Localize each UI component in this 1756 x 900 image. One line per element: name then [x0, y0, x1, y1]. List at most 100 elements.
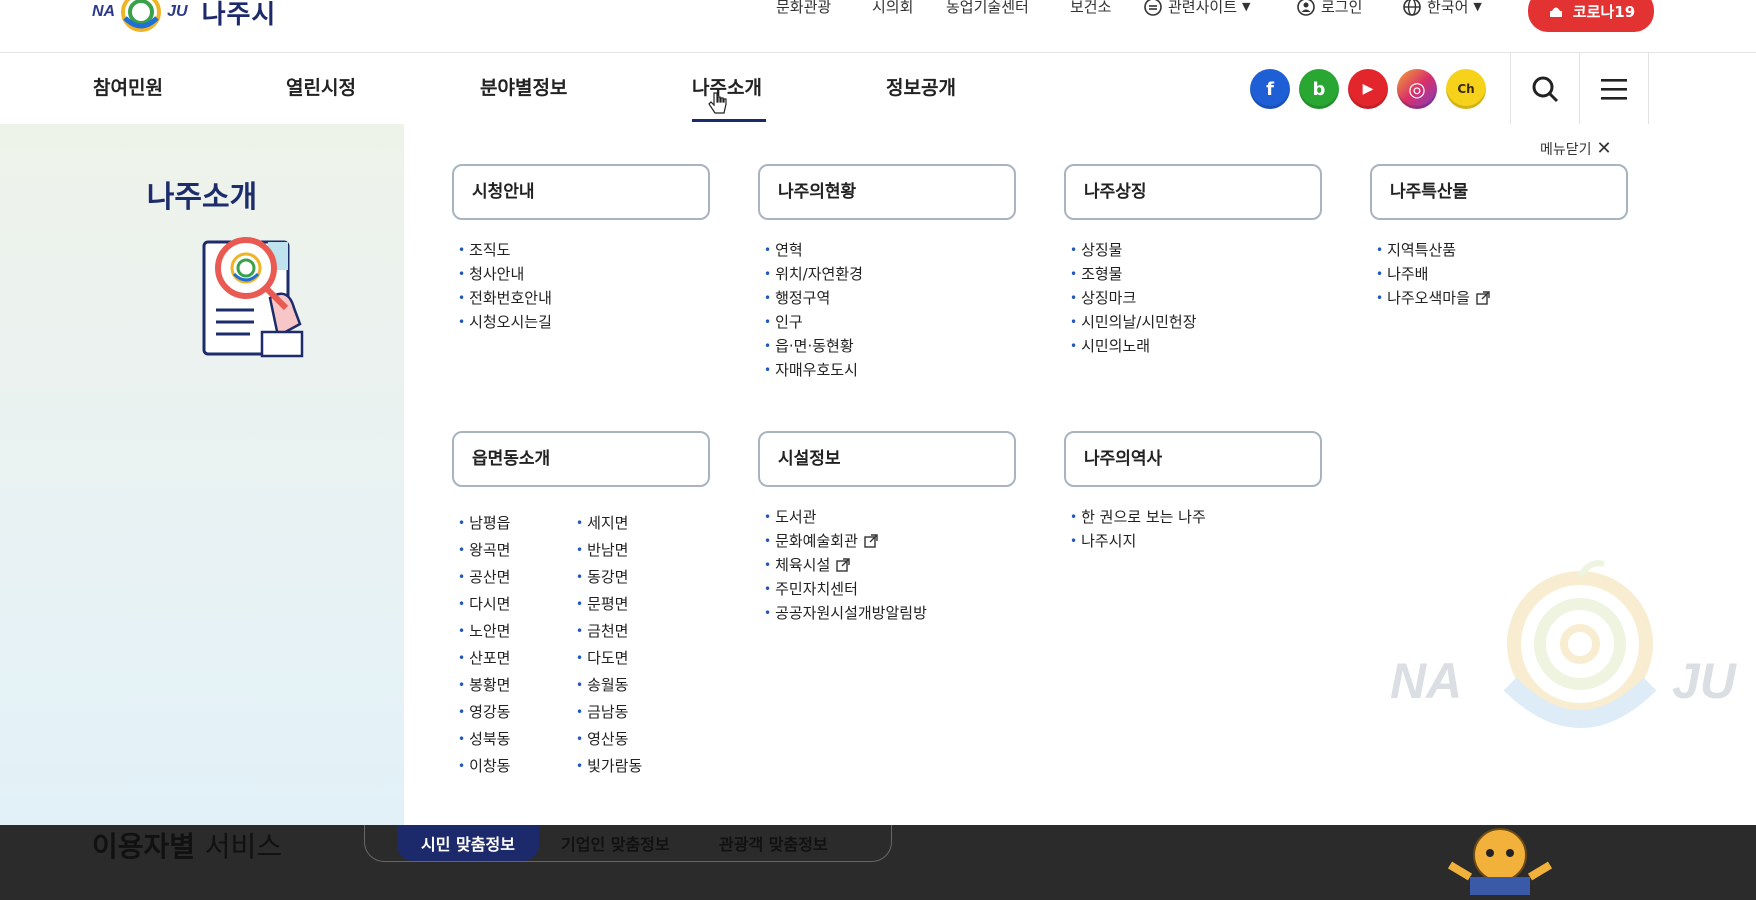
- watermark-text-left: NA: [1390, 653, 1463, 709]
- kakao-channel-icon[interactable]: Ch: [1446, 69, 1486, 109]
- corona19-button[interactable]: 코로나19: [1528, 0, 1654, 32]
- nav-item-open-gov[interactable]: 열린시정: [286, 73, 356, 100]
- menu-link[interactable]: 나주배: [1376, 262, 1490, 286]
- nav-item-info-disclosure[interactable]: 정보공개: [886, 73, 956, 100]
- util-link-health[interactable]: 보건소: [1070, 0, 1111, 17]
- menu-link[interactable]: 이창동: [458, 752, 510, 779]
- menu-link[interactable]: 지역특산품: [1376, 238, 1490, 262]
- mega-menu-panel: 나주소개 메뉴닫기 ✕ 시청안내 조직도 청사안내 전화번호안내 시청오시는길 …: [0, 124, 1756, 825]
- nav-item-participation[interactable]: 참여민원: [93, 73, 163, 100]
- related-sites-dropdown[interactable]: 관련사이트 ▼: [1143, 0, 1250, 17]
- menu-link[interactable]: 문화예술회관: [764, 529, 927, 553]
- related-sites-label: 관련사이트: [1168, 0, 1238, 16]
- menu-link[interactable]: 송월동: [576, 671, 642, 698]
- panel-side: 나주소개: [0, 124, 404, 825]
- menu-link[interactable]: 읍·면·동현황: [764, 334, 863, 358]
- login-link[interactable]: 로그인: [1296, 0, 1362, 17]
- instagram-icon[interactable]: ◎: [1397, 69, 1437, 109]
- close-icon: ✕: [1596, 138, 1612, 159]
- menu-link[interactable]: 산포면: [458, 644, 510, 671]
- util-link-council[interactable]: 시의회: [872, 0, 913, 17]
- menu-link[interactable]: 청사안내: [458, 262, 552, 286]
- search-button[interactable]: [1510, 53, 1579, 124]
- menu-link[interactable]: 상징물: [1070, 238, 1197, 262]
- nav-item-field-info[interactable]: 분야별정보: [480, 73, 567, 100]
- logo-en-right: JU: [167, 3, 188, 20]
- mascot-icon: [1447, 828, 1553, 895]
- menu-link[interactable]: 상징마크: [1070, 286, 1197, 310]
- language-label: 한국어: [1427, 0, 1469, 16]
- menu-link[interactable]: 반남면: [576, 536, 642, 563]
- menu-link[interactable]: 노안면: [458, 617, 510, 644]
- service-tabs: 시민 맞춤정보 기업인 맞춤정보 관광객 맞춤정보: [364, 825, 892, 862]
- menu-link[interactable]: 연혁: [764, 238, 863, 262]
- logo-en-left: NA: [92, 3, 116, 20]
- close-menu-label: 메뉴닫기: [1540, 141, 1592, 158]
- menu-link[interactable]: 영강동: [458, 698, 510, 725]
- nav-active-indicator: [692, 119, 766, 122]
- menu-link[interactable]: 나주오색마을: [1376, 286, 1490, 310]
- menu-link[interactable]: 전화번호안내: [458, 286, 552, 310]
- menu-link[interactable]: 자매우호도시: [764, 358, 863, 382]
- youtube-icon[interactable]: ▶: [1348, 69, 1388, 109]
- menu-link[interactable]: 세지면: [576, 509, 642, 536]
- menu-link[interactable]: 문평면: [576, 590, 642, 617]
- menu-link[interactable]: 동강면: [576, 563, 642, 590]
- menu-link[interactable]: 다시면: [458, 590, 510, 617]
- menu-link[interactable]: 영산동: [576, 725, 642, 752]
- links-symbols: 상징물 조형물 상징마크 시민의날/시민헌장 시민의노래: [1070, 238, 1197, 358]
- external-link-icon: [1476, 291, 1490, 305]
- menu-link[interactable]: 남평읍: [458, 509, 510, 536]
- section-title-bold: 이용자별: [92, 830, 196, 863]
- menu-link[interactable]: 왕곡면: [458, 536, 510, 563]
- links-history: 한 권으로 보는 나주 나주시지: [1070, 505, 1206, 553]
- menu-link[interactable]: 성북동: [458, 725, 510, 752]
- tab-tourist[interactable]: 관광객 맞춤정보: [719, 825, 828, 861]
- menu-link[interactable]: 위치/자연환경: [764, 262, 863, 286]
- menu-link[interactable]: 행정구역: [764, 286, 863, 310]
- site-logo[interactable]: NA JU 나주시: [92, 0, 276, 34]
- menu-link[interactable]: 한 권으로 보는 나주: [1070, 505, 1206, 529]
- tab-citizen[interactable]: 시민 맞춤정보: [397, 825, 539, 861]
- menu-link[interactable]: 금천면: [576, 617, 642, 644]
- close-menu-button[interactable]: 메뉴닫기 ✕: [1540, 138, 1612, 159]
- language-dropdown[interactable]: 한국어 ▼: [1402, 0, 1482, 17]
- menu-link[interactable]: 시민의노래: [1070, 334, 1197, 358]
- menu-link[interactable]: 다도면: [576, 644, 642, 671]
- external-link-icon: [864, 534, 878, 548]
- menu-link[interactable]: 봉황면: [458, 671, 510, 698]
- all-menu-button[interactable]: [1579, 53, 1649, 124]
- category-history[interactable]: 나주의역사: [1064, 431, 1322, 487]
- menu-link[interactable]: 공산면: [458, 563, 510, 590]
- menu-link[interactable]: 시민의날/시민헌장: [1070, 310, 1196, 334]
- alert-icon: [1549, 7, 1562, 17]
- links-status: 연혁 위치/자연환경 행정구역 인구 읍·면·동현황 자매우호도시: [764, 238, 863, 382]
- menu-link[interactable]: 조직도: [458, 238, 552, 262]
- menu-link[interactable]: 시청오시는길: [458, 310, 552, 334]
- menu-link[interactable]: 빛가람동: [576, 752, 642, 779]
- user-icon: [1297, 0, 1315, 16]
- category-city-hall[interactable]: 시청안내: [452, 164, 710, 220]
- blog-icon[interactable]: b: [1299, 69, 1339, 109]
- util-link-agri-center[interactable]: 농업기술센터: [946, 0, 1029, 17]
- menu-link[interactable]: 금남동: [576, 698, 642, 725]
- category-symbols[interactable]: 나주상징: [1064, 164, 1322, 220]
- util-link-culture[interactable]: 문화관광: [776, 0, 831, 17]
- menu-link[interactable]: 나주시지: [1070, 529, 1206, 553]
- category-facilities[interactable]: 시설정보: [758, 431, 1016, 487]
- hand-cursor-icon: [708, 92, 727, 114]
- menu-link[interactable]: 인구: [764, 310, 863, 334]
- category-towns[interactable]: 읍면동소개: [452, 431, 710, 487]
- menu-link[interactable]: 주민자치센터: [764, 577, 927, 601]
- category-status[interactable]: 나주의현황: [758, 164, 1016, 220]
- menu-link[interactable]: 공공자원시설개방알림방: [764, 601, 927, 625]
- menu-link[interactable]: 도서관: [764, 505, 927, 529]
- menu-link[interactable]: 체육시설: [764, 553, 927, 577]
- hamburger-icon: [1601, 78, 1627, 100]
- login-label: 로그인: [1321, 0, 1363, 16]
- tab-business[interactable]: 기업인 맞춤정보: [561, 825, 670, 861]
- menu-link[interactable]: 조형물: [1070, 262, 1197, 286]
- facebook-icon[interactable]: f: [1250, 69, 1290, 109]
- category-specialties[interactable]: 나주특산물: [1370, 164, 1628, 220]
- logo-korean: 나주시: [201, 0, 277, 30]
